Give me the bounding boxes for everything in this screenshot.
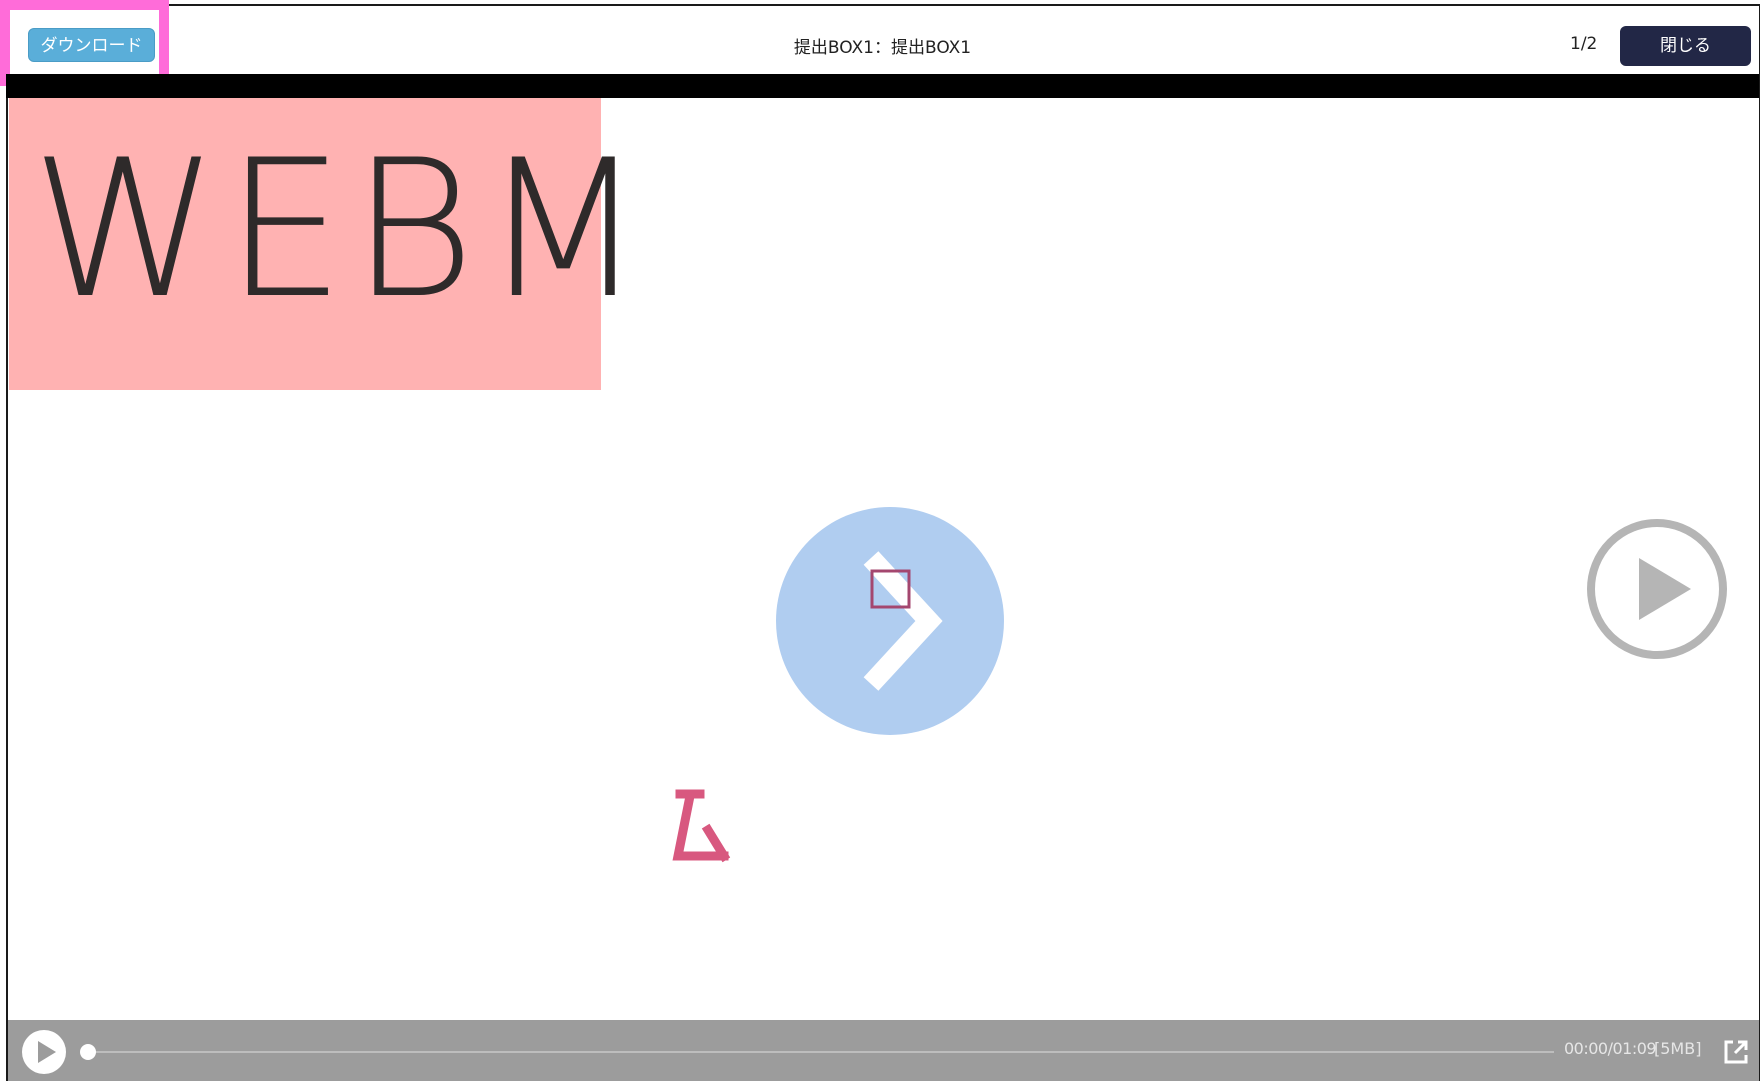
video-top-bar	[6, 74, 1759, 98]
video-player[interactable]: WEBM	[8, 98, 1759, 1020]
video-thumbnail-art	[672, 507, 1004, 863]
katakana-mu-glyph	[672, 789, 731, 863]
video-controls: 00:00/01:09 [5MB]	[8, 1020, 1759, 1081]
progress-track[interactable]	[88, 1051, 1554, 1053]
page-title: 提出BOX1：提出BOX1	[793, 38, 972, 58]
viewer-header: ダウンロード 提出BOX1：提出BOX1 1/2 閉じる	[6, 6, 1759, 74]
progress-knob[interactable]	[80, 1044, 96, 1060]
webm-badge: WEBM	[9, 98, 645, 390]
play-icon[interactable]	[20, 1028, 68, 1076]
play-circle-icon[interactable]	[1584, 516, 1730, 662]
external-link-icon[interactable]	[1722, 1038, 1750, 1066]
close-button[interactable]: 閉じる	[1620, 26, 1751, 66]
center-circle	[776, 507, 1004, 735]
webm-badge-text: WEBM	[31, 119, 652, 340]
time-display: 00:00/01:09	[1564, 1039, 1657, 1058]
file-size: [5MB]	[1654, 1039, 1702, 1058]
page-counter: 1/2	[1570, 34, 1598, 54]
